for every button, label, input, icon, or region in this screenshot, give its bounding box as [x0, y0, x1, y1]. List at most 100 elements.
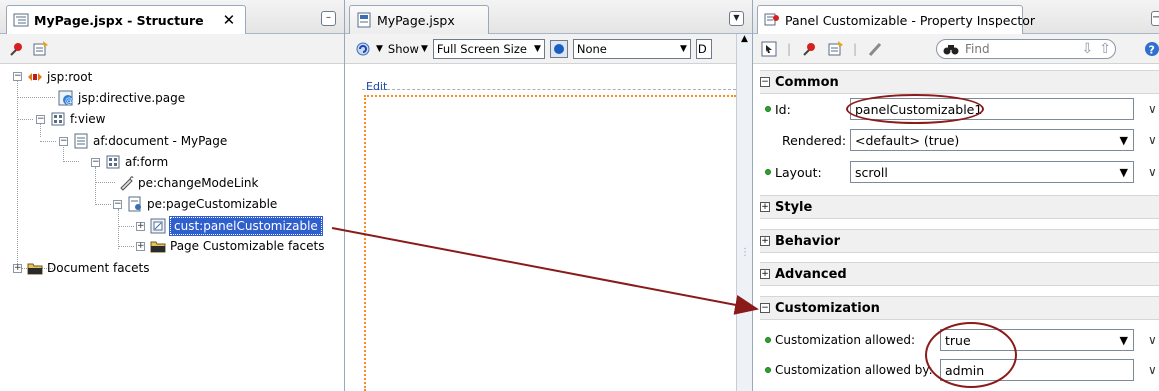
close-icon[interactable]: ✕ — [223, 11, 236, 29]
minimize-button[interactable]: – — [321, 11, 336, 26]
tab-mypage-jspx[interactable]: MyPage.jspx — [349, 5, 489, 34]
chevron-down-icon: ▼ — [1119, 334, 1128, 347]
tree-node-jsp-root[interactable]: jsp:root — [27, 67, 92, 87]
tree-node-f-view[interactable]: f:view — [50, 109, 105, 129]
tab-structure[interactable]: MyPage.jspx - Structure ✕ — [6, 5, 246, 34]
jspx-file-icon — [356, 12, 372, 28]
structure-tabstrip: MyPage.jspx - Structure ✕ – — [0, 0, 344, 34]
tree-node-jsp-directive[interactable]: @ jsp:directive.page — [58, 88, 185, 108]
section-common[interactable]: − Common — [760, 70, 1159, 94]
freeze-view-icon[interactable] — [32, 40, 48, 57]
chevron-down-icon: ▼ — [1119, 134, 1128, 147]
property-label-rendered: Rendered: — [782, 132, 847, 148]
section-style[interactable]: + Style — [760, 195, 1159, 219]
refresh-dropdown-icon[interactable]: ▼ — [376, 44, 383, 54]
expander-document-facets[interactable]: + — [13, 264, 22, 273]
find-next-icon[interactable]: ⇩ — [1082, 41, 1094, 57]
svg-text:?: ? — [1149, 44, 1155, 57]
expand-icon[interactable]: + — [760, 202, 770, 212]
tab-list-button[interactable]: ▼ — [729, 11, 744, 26]
property-row-layout: Layout: scroll ▼ ∨ — [760, 158, 1159, 186]
editor-scrollbar[interactable]: ▲ ⋮ — [736, 34, 752, 391]
scroll-up-icon[interactable]: ▲ — [739, 34, 750, 50]
tree-node-label: af:document - MyPage — [93, 134, 228, 148]
show-menu-label[interactable]: Show — [388, 42, 419, 56]
refresh-icon[interactable] — [355, 41, 371, 57]
design-canvas[interactable]: Edit — [345, 64, 736, 391]
expander-pe-pagecustomizable[interactable]: − — [113, 200, 122, 209]
scroll-grip-icon[interactable]: ⋮ — [740, 248, 750, 264]
find-placeholder: Find — [965, 42, 990, 56]
tree-node-page-customizable-facets[interactable]: Page Customizable facets — [150, 236, 325, 256]
minimize-button[interactable]: − — [1151, 11, 1159, 26]
editor-tabstrip: MyPage.jspx ▼ — [345, 0, 752, 34]
tab-property-inspector[interactable]: Panel Customizable - Property Inspector — [757, 5, 1035, 34]
skin-icon[interactable] — [549, 39, 568, 58]
toolbar-separator: | — [853, 41, 858, 56]
help-icon[interactable]: ? — [1144, 41, 1159, 57]
section-behavior[interactable]: + Behavior — [760, 229, 1159, 253]
layout-select[interactable]: scroll ▼ — [850, 161, 1134, 183]
chevron-down-icon[interactable]: ∨ — [1148, 333, 1157, 347]
svg-text:@: @ — [65, 96, 73, 105]
expander-page-customizable-facets[interactable]: + — [136, 242, 145, 251]
show-dropdown-icon[interactable]: ▼ — [421, 44, 428, 54]
property-label-id: Id: — [765, 102, 791, 117]
editor-tab-title: MyPage.jspx — [377, 12, 455, 28]
section-advanced[interactable]: + Advanced — [760, 262, 1159, 286]
find-field[interactable]: Find ⇩ ⇧ — [936, 39, 1116, 59]
extra-select[interactable]: D — [695, 38, 712, 59]
property-label-layout: Layout: — [765, 165, 822, 180]
chevron-down-icon: ▼ — [679, 43, 687, 54]
expander-jsp-root[interactable]: − — [13, 72, 22, 81]
tree-node-pe-changemodelink[interactable]: pe:changeModeLink — [118, 173, 258, 193]
structure-panel: MyPage.jspx - Structure ✕ – − jsp:root @… — [0, 0, 345, 391]
select-icon[interactable] — [761, 41, 777, 57]
chevron-down-icon[interactable]: ∨ — [1148, 165, 1157, 179]
tree-node-pe-pagecustomizable[interactable]: pe:pageCustomizable — [127, 194, 277, 214]
tree-node-af-form[interactable]: af:form — [105, 152, 168, 172]
expander-af-document[interactable]: − — [59, 137, 68, 146]
skin-select[interactable]: None ▼ — [572, 38, 691, 59]
chevron-down-icon[interactable]: ∨ — [1148, 133, 1157, 147]
view-icon — [50, 111, 66, 127]
panel-customizable-outline[interactable] — [364, 95, 736, 391]
chevron-down-icon[interactable]: ∨ — [1148, 363, 1157, 377]
expand-icon[interactable]: + — [760, 236, 770, 246]
document-icon — [73, 133, 89, 149]
pin-icon[interactable] — [801, 41, 817, 57]
property-sheet: − Common Id: panelCustomizable1 ∨ Render… — [753, 64, 1159, 391]
pencil-icon[interactable] — [867, 41, 883, 57]
expander-af-form[interactable]: − — [91, 158, 100, 167]
section-customization[interactable]: − Customization — [760, 296, 1159, 320]
extra-select-value: D — [697, 41, 707, 56]
tree-node-label: af:form — [125, 155, 169, 169]
tree-node-label: Document facets — [47, 261, 150, 275]
inspector-toolbar: | | Find ⇩ ⇧ ? — [753, 34, 1159, 64]
inspector-tab-title: Panel Customizable - Property Inspector — [785, 12, 1036, 28]
binoculars-icon — [943, 41, 959, 57]
directive-icon: @ — [58, 90, 74, 106]
collapse-icon[interactable]: − — [760, 303, 770, 313]
screen-size-select[interactable]: Full Screen Size ▼ — [432, 38, 545, 59]
expander-cust-panelcustomizable[interactable]: + — [136, 222, 145, 231]
freeze-view-icon[interactable] — [827, 40, 844, 57]
rendered-select[interactable]: <default> (true) ▼ — [850, 129, 1134, 151]
chevron-down-icon[interactable]: ∨ — [1148, 102, 1157, 116]
collapse-icon[interactable]: − — [760, 77, 770, 87]
property-inspector-icon — [764, 12, 780, 28]
tree-node-document-facets[interactable]: Document facets — [27, 258, 150, 278]
tree-node-cust-panelcustomizable[interactable]: cust:panelCustomizable — [150, 216, 323, 236]
editor-panel: MyPage.jspx ▼ ▼ Show ▼ Full Screen Size … — [345, 0, 753, 391]
expander-f-view[interactable]: − — [36, 115, 45, 124]
expand-icon[interactable]: + — [760, 269, 770, 279]
find-previous-icon[interactable]: ⇧ — [1099, 41, 1111, 57]
edit-link[interactable]: Edit — [366, 80, 387, 93]
pin-icon[interactable] — [8, 41, 24, 57]
inspector-tabstrip: Panel Customizable - Property Inspector … — [753, 0, 1159, 34]
jsp-root-icon — [27, 69, 43, 85]
tree-node-af-document[interactable]: af:document - MyPage — [73, 131, 227, 151]
chevron-down-icon: ▼ — [1119, 166, 1128, 179]
tree-node-label: jsp:directive.page — [78, 91, 186, 105]
section-label: Advanced — [775, 266, 847, 282]
